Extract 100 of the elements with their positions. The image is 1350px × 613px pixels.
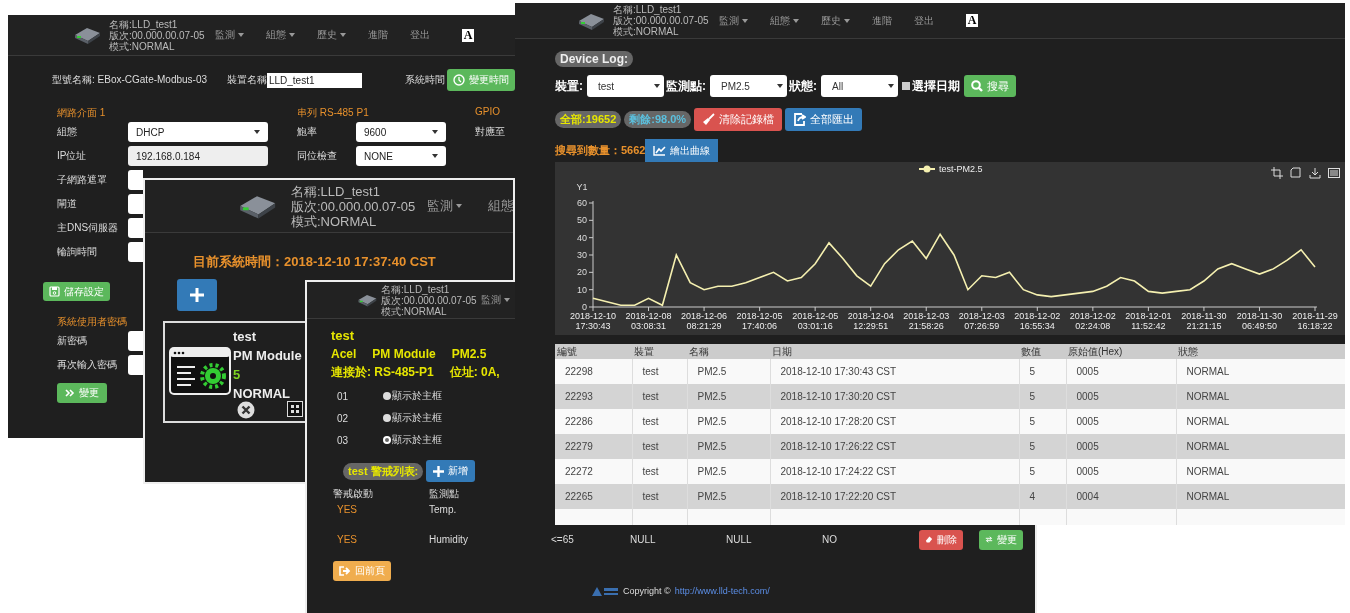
- table-cell: PM2.5: [687, 359, 770, 384]
- input-field[interactable]: [128, 170, 143, 190]
- table-cell-text: YES: [336, 503, 358, 517]
- caret-icon: [843, 18, 850, 23]
- close-icon[interactable]: [237, 401, 255, 419]
- input-field[interactable]: [128, 355, 143, 375]
- menu-item[interactable]: 進階: [367, 28, 388, 42]
- firmware-version: 版次:00.000.00.07-05: [291, 198, 416, 214]
- radio-button[interactable]: [383, 414, 391, 422]
- input-field[interactable]: [128, 331, 143, 351]
- select-field[interactable]: DHCP: [128, 122, 268, 142]
- module-info: Acel: [331, 346, 357, 363]
- table-cell: test: [632, 409, 687, 434]
- point-id: 03: [337, 434, 350, 446]
- device-mode: 模式:NORMAL: [291, 213, 378, 229]
- column-header: 裝置: [632, 344, 687, 359]
- field-label: 閘道: [57, 197, 78, 211]
- menu-item[interactable]: 登出: [913, 13, 934, 28]
- input-field[interactable]: [128, 194, 143, 214]
- table-cell: 22298: [555, 359, 632, 384]
- data-view-icon[interactable]: [1328, 168, 1340, 178]
- table-cell: NORMAL: [1176, 484, 1345, 509]
- select-field[interactable]: All: [821, 75, 898, 97]
- table-cell: NORMAL: [1176, 459, 1345, 484]
- connection-info: 連接於: RS-485-P1: [331, 364, 434, 381]
- device-name-field[interactable]: LLD_test1: [266, 72, 363, 88]
- table-cell: test: [632, 459, 687, 484]
- axis-tick-label: 50: [577, 215, 587, 226]
- zoom-icon[interactable]: [1270, 166, 1284, 180]
- menu-item[interactable]: 監測: [214, 28, 244, 42]
- field-label: 主DNS伺服器: [57, 221, 120, 235]
- axis-tick-label: 2018-12-01 11:52:42: [1125, 311, 1172, 331]
- section-title: 系統使用者密碼: [57, 315, 128, 329]
- caret-icon: [777, 84, 783, 88]
- caret-icon: [432, 154, 438, 158]
- caret-icon: [254, 130, 260, 134]
- input-field[interactable]: [128, 218, 143, 238]
- device-name: 名稱:LLD_test1: [291, 183, 381, 199]
- select-field[interactable]: PM2.5: [710, 75, 787, 97]
- caret-icon: [339, 33, 346, 37]
- filter-label: 監測點:: [666, 77, 706, 95]
- field-label: 對應至: [475, 125, 505, 139]
- column-header: 狀態: [1176, 344, 1345, 359]
- table-cell: test: [632, 484, 687, 509]
- field-label: IP位址: [57, 149, 88, 163]
- undo-zoom-icon[interactable]: [1290, 167, 1301, 178]
- date-checkbox[interactable]: 選擇日期: [902, 77, 960, 95]
- plot-chart-button[interactable]: 繪出曲線: [645, 139, 718, 162]
- table-cell-text: Temp.: [429, 503, 458, 517]
- axis-tick-label: 20: [577, 267, 587, 278]
- input-field[interactable]: [128, 242, 143, 262]
- table-cell-text: YES: [336, 533, 358, 547]
- menu-item[interactable]: 歷史: [820, 13, 850, 28]
- menu-item[interactable]: 登出: [409, 28, 430, 42]
- broom-icon: [702, 113, 716, 126]
- menu-item[interactable]: 監測: [427, 197, 463, 215]
- table-cell: NORMAL: [1176, 384, 1345, 409]
- menu-item[interactable]: 監測: [480, 293, 510, 307]
- table-cell: 5: [1019, 434, 1066, 459]
- menu-item[interactable]: 進階: [871, 13, 892, 28]
- table-cell: test: [632, 434, 687, 459]
- table-cell-text: NULL: [630, 533, 657, 547]
- add-alert-button[interactable]: 新增: [426, 460, 476, 482]
- table-cell: 2018-12-10 17:30:20 CST: [770, 384, 1019, 409]
- select-field[interactable]: NONE: [356, 146, 446, 166]
- swap-arrows-icon: [985, 535, 993, 544]
- download-icon[interactable]: [1309, 167, 1321, 179]
- select-field[interactable]: 9600: [356, 122, 446, 142]
- table-cell: NORMAL: [1176, 434, 1345, 459]
- menu-item[interactable]: 監測: [718, 13, 748, 28]
- device-name: 名稱:LLD_test1: [109, 18, 179, 30]
- caret-icon: [456, 204, 463, 208]
- menu-item[interactable]: 歷史: [316, 28, 346, 42]
- device-name: 名稱:LLD_test1: [613, 4, 683, 15]
- line-chart-icon: [653, 145, 666, 156]
- legend-label: test-PM2.5: [939, 164, 983, 174]
- website-link[interactable]: http://www.lld-tech.com/: [674, 586, 770, 596]
- table-cell: PM2.5: [687, 459, 770, 484]
- radio-button[interactable]: [383, 392, 391, 400]
- radio-button[interactable]: [383, 436, 391, 444]
- add-button[interactable]: [177, 279, 217, 311]
- font-size-button[interactable]: A: [965, 14, 979, 27]
- company-logo-icon: [589, 585, 619, 597]
- delete-button[interactable]: 刪除: [919, 529, 963, 550]
- font-size-button[interactable]: A: [461, 28, 475, 42]
- table-cell: PM2.5: [687, 434, 770, 459]
- field-label: 子網路遮罩: [57, 173, 108, 187]
- caret-icon: [432, 130, 438, 134]
- clear-log-button[interactable]: 清除記錄檔: [694, 108, 783, 131]
- select-field[interactable]: test: [587, 75, 664, 97]
- table-cell: 2018-12-10 17:22:20 CST: [770, 484, 1019, 509]
- menu-item[interactable]: 組態: [265, 28, 295, 42]
- double-chevron-icon: [65, 389, 75, 397]
- table-cell: 22286: [555, 409, 632, 434]
- menu-item[interactable]: 組態: [769, 13, 799, 28]
- input-field[interactable]: 192.168.0.184: [128, 146, 268, 166]
- export-button[interactable]: 全部匯出: [785, 108, 863, 131]
- table-cell: 22293: [555, 384, 632, 409]
- axis-title: Y1: [576, 182, 588, 192]
- field-label: 新密碼: [57, 334, 88, 348]
